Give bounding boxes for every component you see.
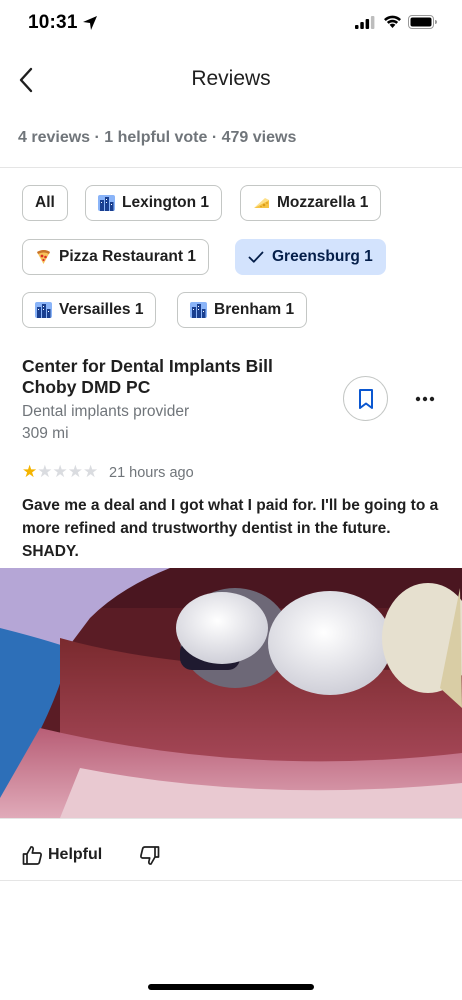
filter-chip-label: Brenham 1 (214, 301, 295, 318)
city-icon (35, 302, 52, 318)
save-button[interactable] (343, 376, 388, 421)
more-horizontal-icon (415, 396, 435, 402)
check-icon (248, 250, 264, 264)
star-icon: ★ (52, 462, 68, 481)
city-icon (98, 195, 115, 211)
more-options-button[interactable] (408, 385, 442, 413)
filter-chip-label: Pizza Restaurant 1 (59, 248, 196, 265)
status-time: 10:31 (28, 12, 78, 33)
filter-chip-pizza-restaurant[interactable]: Pizza Restaurant 1 (22, 239, 209, 275)
filter-chip-label: All (35, 194, 55, 211)
filter-chip-label: Greensburg 1 (272, 248, 373, 265)
filter-chip-versailles[interactable]: Versailles 1 (22, 292, 157, 328)
bookmark-icon (358, 388, 373, 409)
star-rating: ★ ★ ★ ★ ★ (22, 463, 98, 481)
divider (0, 880, 462, 881)
helpful-label: Helpful (48, 846, 103, 863)
divider (0, 818, 462, 819)
star-icon: ★ (37, 462, 53, 481)
filter-chip-all[interactable]: All (22, 185, 68, 221)
divider (0, 167, 462, 168)
pizza-icon (37, 250, 50, 264)
star-icon: ★ (22, 462, 38, 481)
page-title: Reviews (191, 67, 271, 90)
filter-chip-lexington[interactable]: Lexington 1 (85, 185, 222, 221)
place-distance: 309 mi (22, 425, 69, 442)
app-header: Reviews (0, 55, 462, 105)
review-text: Gave me a deal and I got what I paid for… (22, 497, 439, 560)
filter-chip-brenham[interactable]: Brenham 1 (177, 292, 308, 328)
battery-icon (408, 15, 437, 29)
star-icon: ★ (83, 462, 99, 481)
place-category: Dental implants provider (22, 403, 190, 420)
review-photo[interactable] (0, 568, 462, 818)
review-time: 21 hours ago (109, 465, 194, 481)
cheese-icon (254, 198, 269, 208)
home-indicator[interactable] (148, 984, 314, 990)
filter-chip-label: Lexington 1 (122, 194, 209, 211)
thumbs-down-icon (139, 845, 159, 865)
filter-chip-mozzarella[interactable]: Mozzarella 1 (240, 185, 382, 221)
city-icon (190, 302, 207, 318)
status-bar: 10:31 (0, 0, 462, 50)
location-arrow-icon (83, 16, 97, 30)
cellular-signal-icon (355, 16, 375, 29)
helpful-button[interactable]: Helpful (22, 842, 102, 868)
thumbs-up-icon (22, 845, 42, 865)
filter-chip-greensburg[interactable]: Greensburg 1 (235, 239, 386, 275)
filter-chip-label: Versailles 1 (59, 301, 144, 318)
review-stats: 4 reviews · 1 helpful vote · 479 views (18, 129, 297, 146)
wifi-icon (384, 15, 401, 28)
not-helpful-button[interactable] (136, 842, 162, 868)
photo-teeth-image (0, 568, 462, 818)
place-name-link[interactable]: Center for Dental Implants Bill Choby DM… (22, 356, 322, 398)
filter-chip-label: Mozzarella 1 (277, 194, 369, 211)
star-icon: ★ (67, 462, 83, 481)
